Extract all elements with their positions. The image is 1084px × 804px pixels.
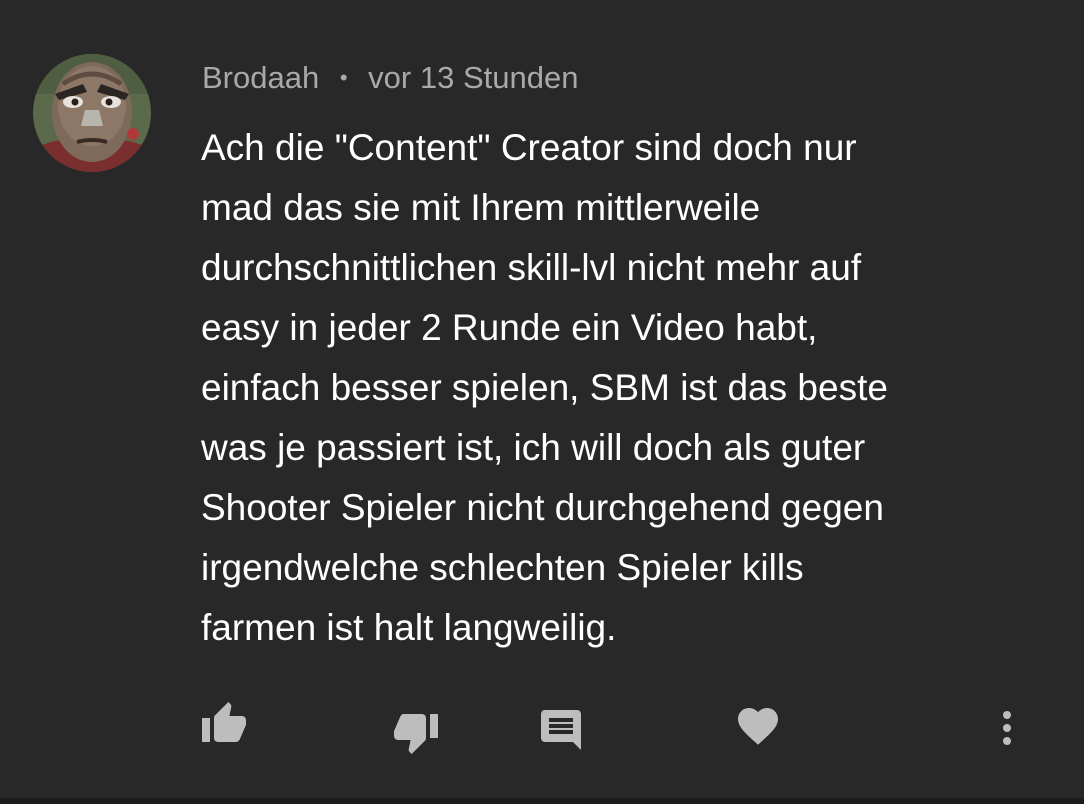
dislike-button[interactable] — [391, 704, 441, 760]
thumbs-up-icon — [202, 702, 246, 742]
comment-text-line: Ach die "Content" Creator sind doch nur — [201, 127, 857, 168]
reply-button[interactable] — [536, 702, 586, 758]
comment-text-line: easy in jeder 2 Runde ein Video habt, — [201, 307, 818, 348]
comment-text-line: farmen ist halt langweilig. — [201, 607, 617, 648]
comment-text-line: Shooter Spieler nicht durchgehend gegen — [201, 487, 884, 528]
avatar[interactable] — [33, 54, 151, 172]
thumbs-down-icon — [394, 714, 438, 754]
comment-text-line: einfach besser spielen, SBM ist das best… — [201, 367, 888, 408]
comment-meta: Brodaah • vor 13 Stunden — [202, 58, 578, 98]
comment-text-line: irgendwelche schlechten Spieler kills — [201, 547, 804, 588]
heart-button[interactable] — [733, 698, 783, 754]
comment-text-line: was je passiert ist, ich will doch als g… — [201, 427, 866, 468]
comment-text-line: mad das sie mit Ihrem mittlerweile — [201, 187, 761, 228]
comment-text-line: durchschnittlichen skill-lvl nicht mehr … — [201, 247, 862, 288]
comment-card: Brodaah • vor 13 Stunden Ach die "Conten… — [0, 0, 1084, 798]
heart-icon — [738, 708, 778, 745]
divider — [0, 798, 1084, 804]
comment-actions — [0, 696, 1084, 756]
more-options-button[interactable] — [982, 700, 1032, 756]
like-button[interactable] — [199, 696, 249, 752]
meta-separator: • — [339, 65, 348, 90]
comment-text: Ach die "Content" Creator sind doch nur … — [201, 118, 1001, 658]
more-vert-icon — [1003, 711, 1011, 745]
avatar-image — [33, 54, 151, 172]
author-name[interactable]: Brodaah — [202, 60, 319, 95]
reply-comment-icon — [541, 710, 581, 750]
comment-timestamp[interactable]: vor 13 Stunden — [368, 60, 578, 95]
